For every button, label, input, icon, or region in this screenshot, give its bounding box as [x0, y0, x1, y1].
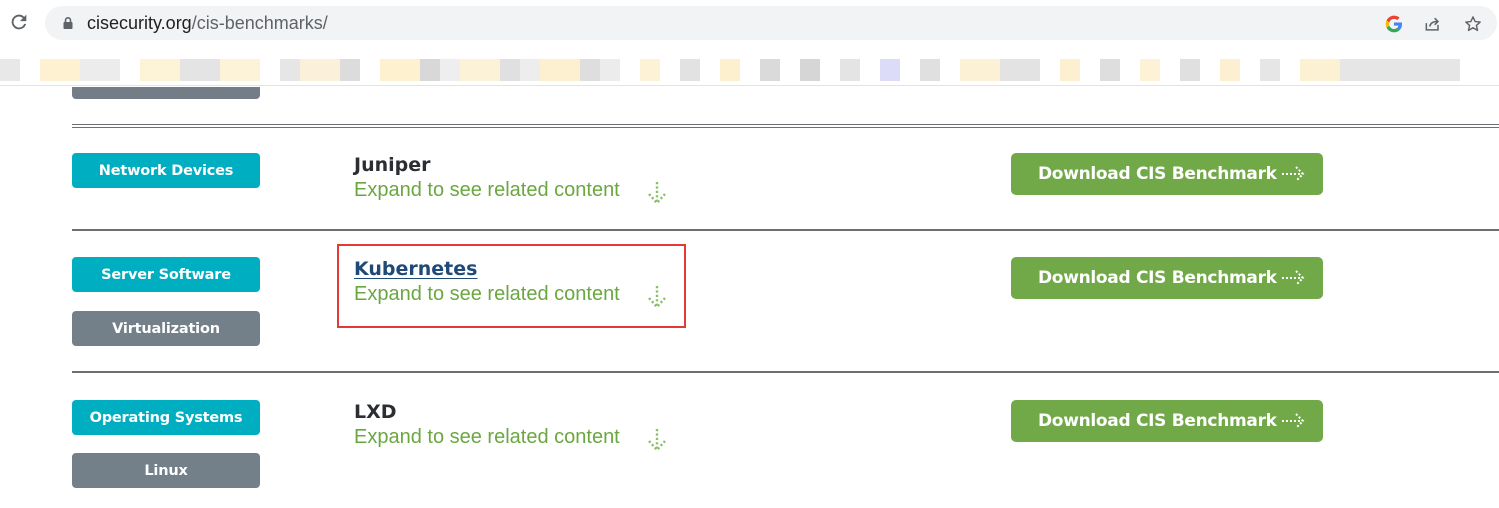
download-benchmark-button[interactable]: Download CIS Benchmark	[1011, 257, 1323, 299]
expand-related-content-link[interactable]: Expand to see related content	[354, 425, 620, 449]
category-tag-server-software[interactable]: Server Software	[72, 257, 260, 292]
row-divider	[72, 229, 1499, 231]
download-button-label: Download CIS Benchmark	[1038, 268, 1277, 288]
category-tag-linux[interactable]: Linux	[72, 453, 260, 488]
previous-category-tag[interactable]	[72, 87, 260, 99]
star-icon[interactable]	[1463, 14, 1483, 34]
section-divider	[72, 124, 1499, 128]
download-button-label: Download CIS Benchmark	[1038, 164, 1277, 184]
expand-related-content-link[interactable]: Expand to see related content	[354, 178, 620, 202]
address-bar[interactable]: cisecurity.org/cis-benchmarks/	[45, 6, 1497, 40]
category-tag-network-devices[interactable]: Network Devices	[72, 153, 260, 188]
arrow-down-icon[interactable]	[646, 427, 668, 453]
url-text[interactable]: cisecurity.org/cis-benchmarks/	[87, 12, 328, 34]
bookmarks-bar	[0, 46, 1499, 86]
reload-icon[interactable]	[8, 11, 30, 33]
download-benchmark-button[interactable]: Download CIS Benchmark	[1011, 153, 1323, 195]
row-divider	[72, 371, 1499, 373]
download-benchmark-button[interactable]: Download CIS Benchmark	[1011, 400, 1323, 442]
url-path: /cis-benchmarks/	[191, 13, 328, 33]
share-icon[interactable]	[1423, 14, 1443, 34]
benchmark-list: Network Devices Juniper Expand to see re…	[0, 87, 1499, 508]
highlight-box	[337, 244, 686, 328]
google-icon[interactable]	[1384, 14, 1404, 34]
category-tag-virtualization[interactable]: Virtualization	[72, 311, 260, 346]
benchmark-title: LXD	[354, 401, 397, 423]
url-host: cisecurity.org	[87, 13, 192, 33]
arrow-down-icon[interactable]	[646, 180, 668, 206]
arrow-right-icon	[1281, 270, 1305, 286]
lock-icon[interactable]	[61, 16, 75, 30]
arrow-right-icon	[1281, 166, 1305, 182]
browser-toolbar: cisecurity.org/cis-benchmarks/	[0, 0, 1499, 46]
download-button-label: Download CIS Benchmark	[1038, 411, 1277, 431]
category-tag-operating-systems[interactable]: Operating Systems	[72, 400, 260, 435]
arrow-right-icon	[1281, 413, 1305, 429]
blurred-bookmarks	[0, 59, 1460, 81]
benchmark-title: Juniper	[354, 154, 431, 176]
